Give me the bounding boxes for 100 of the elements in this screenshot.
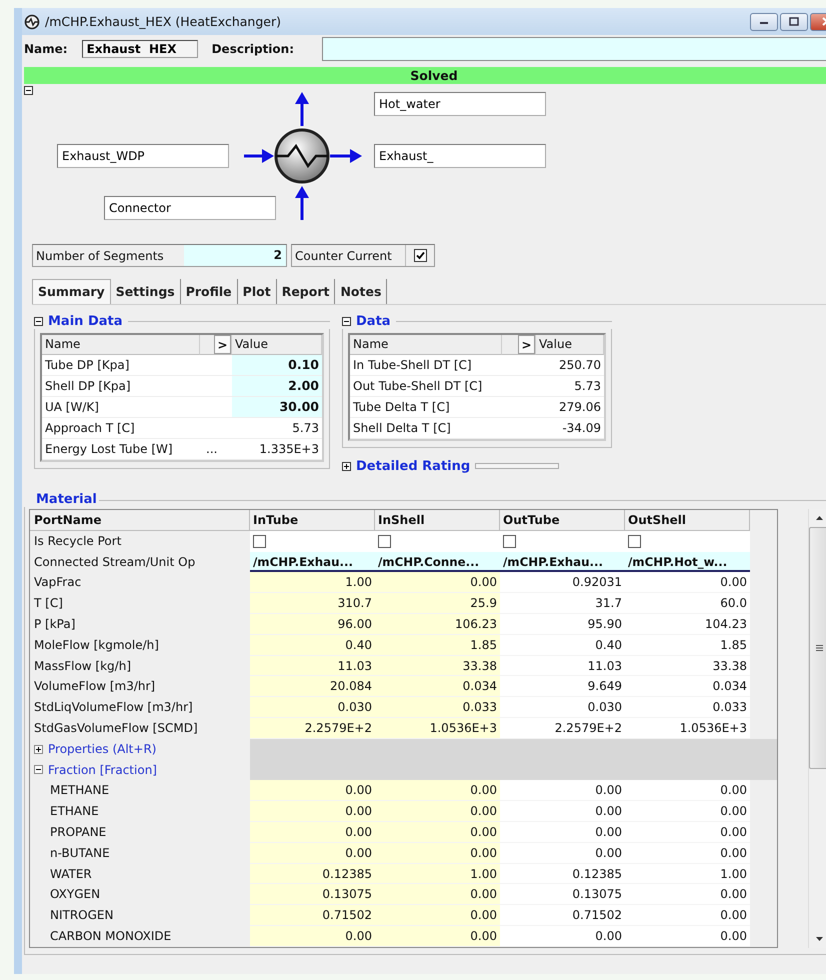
maximize-icon [789,17,799,26]
tab[interactable]: Profile [180,279,238,304]
value-cell: 0.034 [375,676,500,698]
row-label: StdLiqVolumeFlow [m3/hr] [33,699,194,716]
expand-icon[interactable] [34,744,43,754]
value-field[interactable]: 30.00 [232,397,322,418]
value-field[interactable]: 0.10 [232,355,322,376]
row-label: Approach T [C] [42,418,200,439]
value-cell: 1.00 [250,572,375,594]
value-cell: 0.40 [500,634,625,656]
tab[interactable]: Plot [238,279,277,304]
value-cell: 95.90 [500,614,625,635]
value-cell: 0.033 [375,697,500,718]
collapse-icon[interactable] [34,765,43,774]
row-label: MassFlow [kg/h] [33,658,132,675]
value-cell: 0.40 [250,634,375,656]
row-label: StdGasVolumeFlow [SCMD] [33,720,199,737]
value-cell: 0.00 [250,780,375,802]
row-label: Shell Delta T [C] [350,418,502,439]
checkbox[interactable] [253,534,266,548]
value-cell: 96.00 [250,614,375,635]
counter-current-checkbox[interactable]: Counter Current [291,244,435,267]
row-label: WATER [49,866,93,883]
tab[interactable]: Summary [32,279,111,304]
stream-link[interactable]: /mCHP.Exhau... [250,552,375,572]
value-cell: 279.06 [536,397,604,418]
value-cell: 1.0536E+3 [625,718,750,739]
tab[interactable]: Notes [335,279,388,304]
expand-icon[interactable] [342,462,351,470]
collapse-icon[interactable] [24,86,33,95]
section-title: Material [36,492,97,507]
group-row[interactable]: Fraction [Fraction] [30,760,250,780]
value-cell: -34.09 [536,418,604,439]
name-field[interactable]: Exhaust HEX [82,40,198,58]
checkbox[interactable] [414,249,426,262]
value-cell: 1.85 [375,634,500,656]
stream-field[interactable]: Connector [104,196,276,220]
checkbox[interactable] [628,534,641,548]
checkbox[interactable] [503,534,516,548]
section-title: Data [356,314,391,328]
value-cell: 0.034 [625,676,750,698]
description-label: Description: [212,42,294,56]
value-cell: 33.38 [625,656,750,676]
group-row[interactable]: Properties (Alt+R) [30,738,250,760]
maximize-button[interactable] [780,12,808,30]
collapse-icon[interactable] [342,316,351,326]
stream-link[interactable]: /mCHP.Conne... [375,552,500,572]
value-cell: 0.00 [500,822,625,843]
stream-field[interactable]: Exhaust_ [374,144,546,168]
value-cell: 0.00 [625,822,750,843]
value-cell: 20.084 [250,676,375,698]
value-cell: 0.12385 [500,864,625,884]
value-cell: 106.23 [375,614,500,635]
stream-link[interactable]: /mCHP.Hot_w... [625,552,750,572]
expand-columns-button[interactable]: > [518,335,535,354]
value-cell: 11.03 [500,656,625,676]
grip-icon [816,645,823,651]
value-cell: 5.73 [536,376,604,397]
row-label: Tube DP [Kpa] [42,355,200,376]
row-label: NITROGEN [49,907,114,924]
tab[interactable]: Settings [110,279,181,304]
collapse-icon[interactable] [34,316,43,326]
value-cell: 0.00 [375,801,500,822]
row-label: Shell DP [Kpa] [42,376,200,397]
value-field[interactable]: 2.00 [232,376,322,397]
value-cell: 1.00 [625,864,750,884]
stream-field[interactable]: Exhaust_WDP [57,144,229,168]
description-field[interactable] [322,37,826,61]
value-cell: 0.00 [625,926,750,947]
tab[interactable]: Report [276,279,336,304]
value-cell: 1.85 [625,634,750,656]
value-cell: 0.00 [250,801,375,822]
value-cell: 0.030 [250,697,375,718]
stream-link[interactable]: /mCHP.Exhau... [500,552,625,572]
value-cell: 0.00 [625,905,750,926]
row-label: Connected Stream/Unit Op [33,554,196,571]
row-label: Energy Lost Tube [W] [42,439,200,460]
row-label: VapFrac [33,574,82,592]
value-cell: 0.00 [375,572,500,594]
status-bar: Solved [24,67,826,84]
checkbox[interactable] [378,534,391,548]
value-cell: 9.649 [500,676,625,698]
row-label: T [C] [33,595,64,612]
value-cell: 1.00 [375,864,500,884]
segments-field[interactable]: Number of Segments 2 [32,244,287,267]
column-header: Value [232,335,322,355]
value-cell: 0.00 [625,801,750,822]
minimize-button[interactable] [750,12,778,30]
row-label: In Tube-Shell DT [C] [350,355,502,376]
value-cell: 0.00 [625,842,750,864]
value-cell: 1.335E+3 [232,439,322,460]
column-header: PortName [30,510,250,531]
scroll-thumb[interactable] [809,527,826,769]
ellipsis-button[interactable]: ... [200,439,232,460]
expand-columns-button[interactable]: > [214,335,231,354]
value-cell: 0.00 [250,822,375,843]
section-title: Detailed Rating [356,458,470,474]
row-label: Is Recycle Port [33,532,122,550]
value-cell: 0.92031 [500,572,625,594]
stream-field[interactable]: Hot_water [374,92,546,116]
